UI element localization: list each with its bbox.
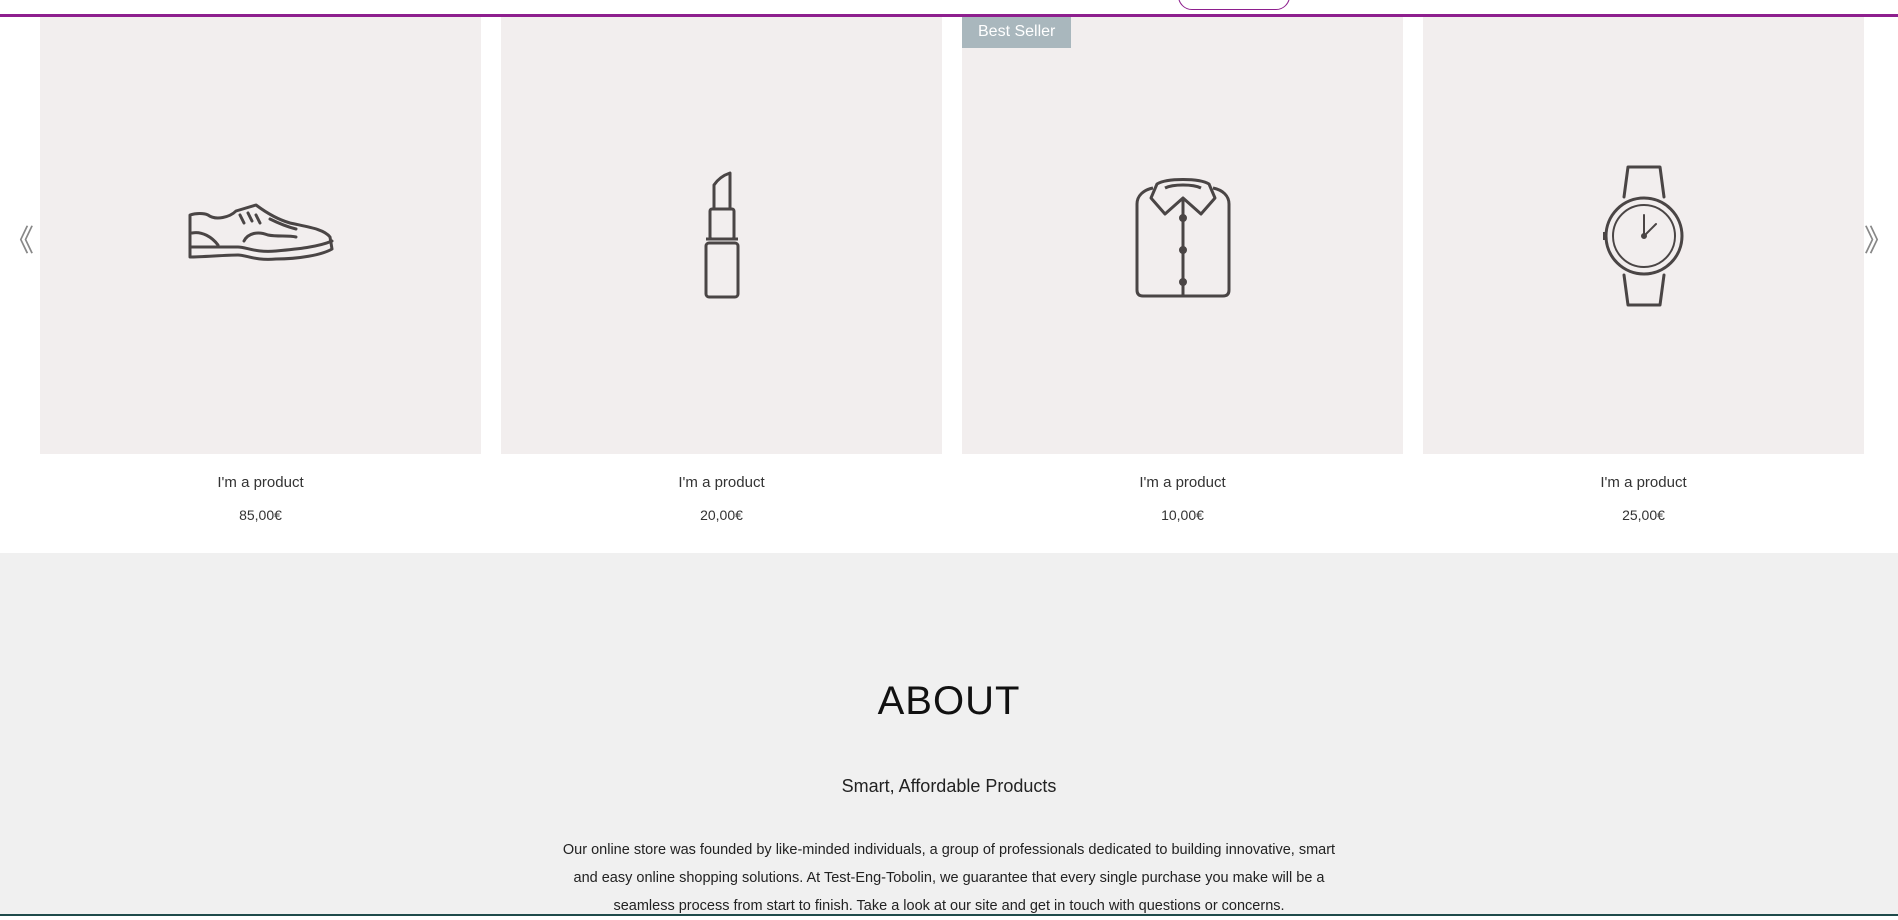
- product-price: 10,00€: [1161, 507, 1204, 523]
- product-name[interactable]: I'm a product: [501, 474, 942, 491]
- best-seller-badge: Best Seller: [962, 17, 1072, 48]
- header-button[interactable]: [1178, 0, 1290, 10]
- product-name[interactable]: I'm a product: [40, 474, 481, 491]
- about-section: ABOUT Smart, Affordable Products Our onl…: [0, 553, 1898, 916]
- product-card[interactable]: I'm a product 25,00€: [1423, 17, 1864, 537]
- about-body: Our online store was founded by like-min…: [562, 842, 1336, 914]
- product-price: 20,00€: [700, 507, 743, 523]
- product-card[interactable]: Best Seller I'm a product 10,00€: [962, 17, 1403, 537]
- product-image[interactable]: [40, 17, 481, 454]
- product-image[interactable]: [501, 17, 942, 454]
- product-slider: 《 》 I'm a product 85,00€ I'm a product 2…: [0, 17, 1898, 553]
- lipstick-icon: [704, 171, 739, 298]
- product-card[interactable]: I'm a product 85,00€: [40, 17, 481, 537]
- about-subtitle: Smart, Affordable Products: [841, 776, 1057, 796]
- slider-prev-arrow-icon[interactable]: 《: [4, 227, 34, 257]
- product-price: 25,00€: [1622, 507, 1665, 523]
- product-image[interactable]: [1423, 17, 1864, 454]
- product-name[interactable]: I'm a product: [962, 474, 1403, 491]
- product-image[interactable]: [962, 17, 1403, 454]
- shoe-icon: [188, 203, 333, 261]
- shirt-icon: [1135, 177, 1230, 297]
- slider-next-arrow-icon[interactable]: 》: [1864, 227, 1894, 257]
- product-name[interactable]: I'm a product: [1423, 474, 1864, 491]
- watch-icon: [1602, 165, 1683, 306]
- about-title: ABOUT: [877, 679, 1021, 723]
- product-price: 85,00€: [239, 507, 282, 523]
- product-card[interactable]: I'm a product 20,00€: [501, 17, 942, 537]
